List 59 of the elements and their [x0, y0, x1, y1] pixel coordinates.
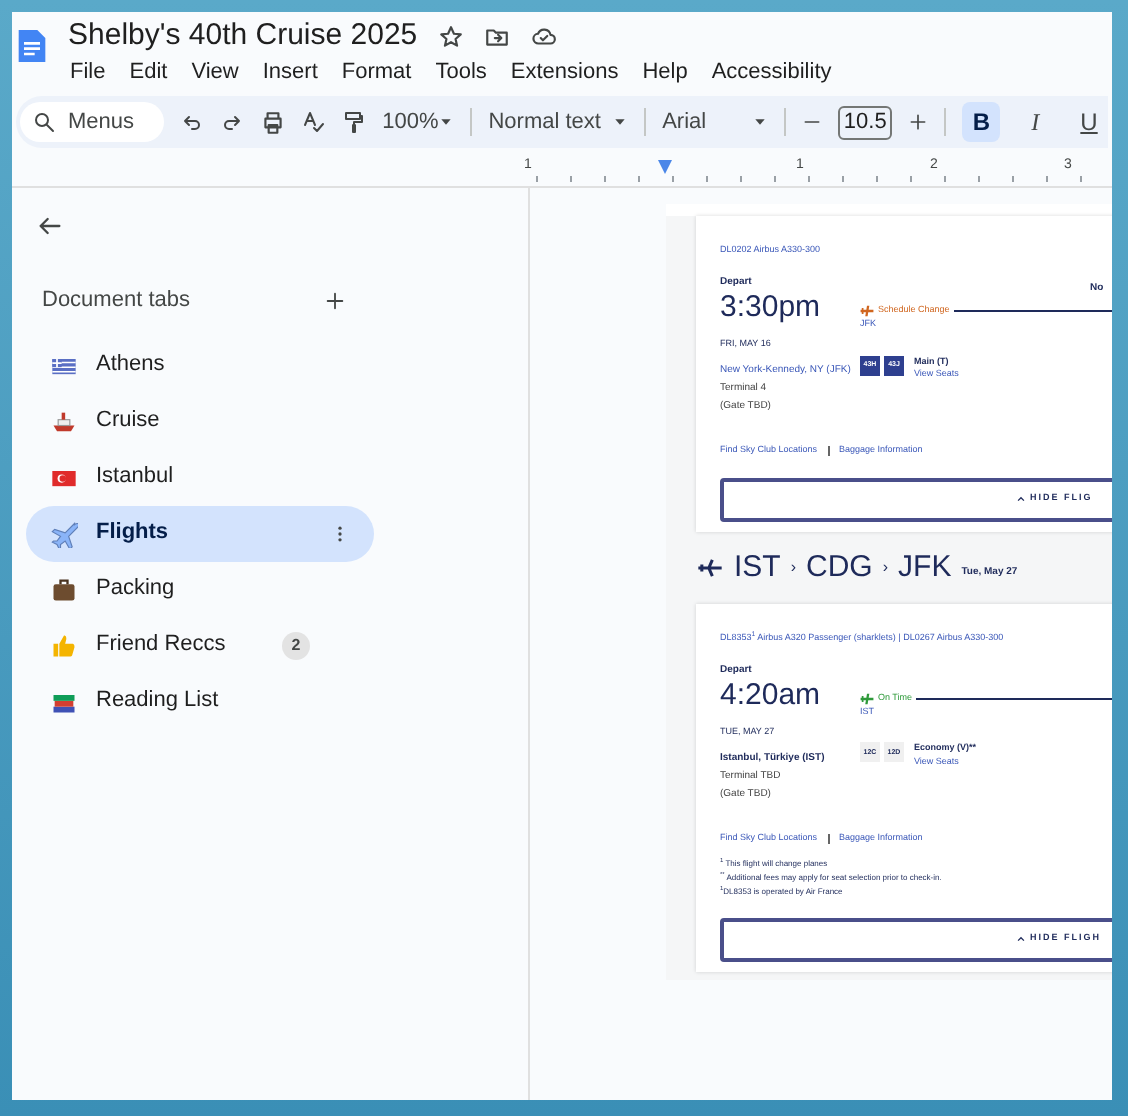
document-tab[interactable]: Friend Reccs 2: [26, 617, 374, 673]
route-separator: ›: [882, 555, 889, 580]
menu-item[interactable]: Tools: [433, 56, 489, 88]
departure-time: 4:20am: [720, 678, 823, 714]
menu-item[interactable]: Insert: [260, 56, 320, 88]
search-placeholder: Menus: [68, 107, 135, 138]
document-tab[interactable]: Athens: [26, 337, 374, 393]
document-tab[interactable]: Reading List: [26, 673, 374, 729]
caret-icon: [612, 114, 629, 130]
font-dropdown[interactable]: Arial: [662, 105, 768, 139]
chevron-up-icon: [1016, 934, 1026, 944]
document-tab[interactable]: Istanbul: [26, 449, 374, 505]
folder-icon[interactable]: [483, 23, 510, 49]
zoom-dropdown[interactable]: 100%: [382, 105, 455, 139]
star-icon[interactable]: [437, 23, 464, 49]
style-dropdown[interactable]: Normal text: [488, 105, 629, 139]
back-arrow-icon[interactable]: [36, 212, 64, 240]
caret-icon: [438, 114, 455, 130]
plus-icon[interactable]: [908, 112, 929, 132]
underline-button[interactable]: U: [1070, 102, 1108, 142]
indent-marker-icon[interactable]: [656, 160, 674, 174]
chevron-up-icon: [1016, 494, 1026, 505]
document-tab[interactable]: Packing: [26, 561, 374, 617]
menu-item[interactable]: Help: [640, 56, 690, 88]
ship-icon: [50, 407, 78, 435]
airplane-icon: [696, 553, 724, 582]
menu-item[interactable]: File: [68, 56, 108, 88]
redo-icon[interactable]: [220, 110, 245, 134]
airplane-icon: [50, 519, 78, 547]
docs-logo-icon[interactable]: [16, 24, 48, 68]
menu-item[interactable]: Accessibility: [709, 56, 834, 88]
route-separator: ›: [790, 555, 797, 580]
airport-code: JFK: [898, 547, 952, 587]
plus-icon[interactable]: [324, 289, 346, 312]
print-icon[interactable]: [260, 109, 287, 135]
font-size-field[interactable]: 10.5: [837, 105, 893, 139]
menu-item[interactable]: View: [189, 56, 241, 88]
bold-button[interactable]: B: [962, 102, 1001, 142]
sidebar-heading: Document tabs: [42, 286, 190, 316]
airport-code: IST: [734, 547, 781, 587]
paint-roller-icon[interactable]: [342, 110, 367, 134]
thumbs-up-icon: [50, 631, 78, 659]
italic-button[interactable]: I: [1016, 102, 1055, 142]
spellcheck-icon[interactable]: [302, 110, 327, 134]
search-icon: [32, 110, 56, 134]
menu-item[interactable]: Format: [339, 56, 414, 88]
document-tab[interactable]: Cruise: [26, 393, 374, 449]
comment-count-badge: 2: [282, 631, 310, 659]
caret-icon: [751, 114, 768, 130]
document-title[interactable]: Shelby's 40th Cruise 2025: [68, 16, 418, 56]
undo-icon[interactable]: [180, 110, 205, 134]
airport-code: CDG: [806, 547, 873, 587]
cloud-check-icon[interactable]: [529, 23, 558, 49]
luggage-icon: [50, 575, 78, 603]
document-tab[interactable]: Flights: [26, 505, 374, 561]
menu-item[interactable]: Extensions: [508, 56, 621, 88]
menus-search-field[interactable]: Menus: [20, 102, 165, 142]
departure-time: 3:30pm: [720, 290, 823, 327]
menu-item[interactable]: Edit: [127, 56, 170, 88]
